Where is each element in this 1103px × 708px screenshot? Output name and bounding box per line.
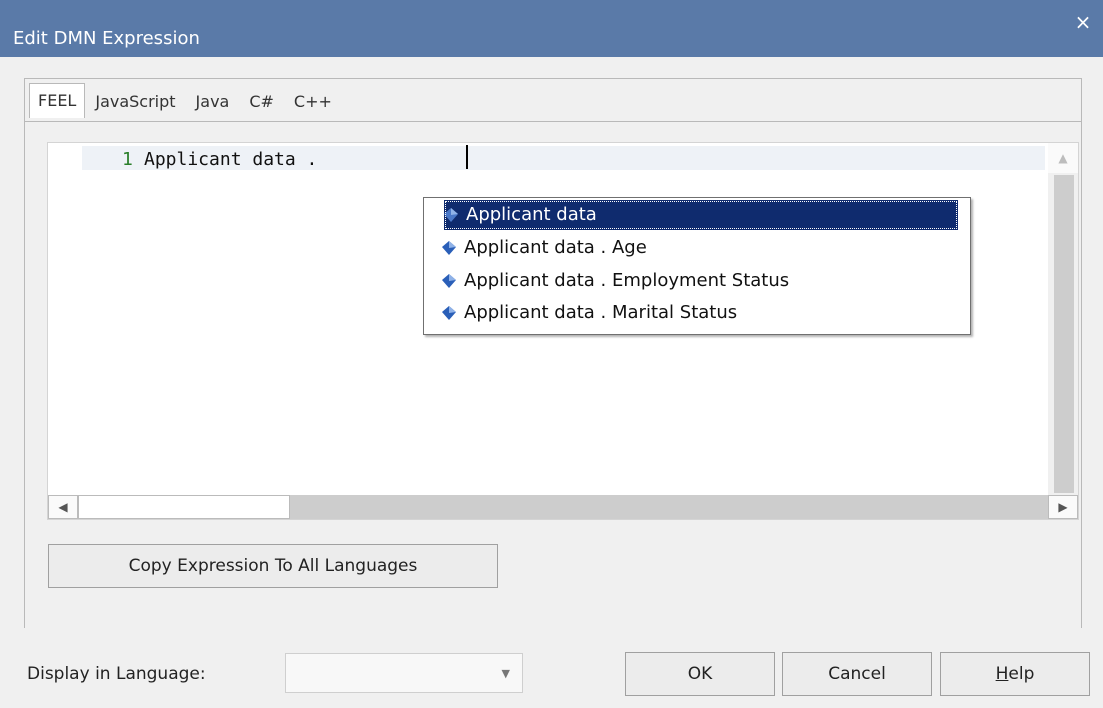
scroll-right-arrow-icon[interactable]: ▶: [1048, 495, 1078, 519]
window-title: Edit DMN Expression: [13, 28, 200, 49]
tab-java[interactable]: Java: [186, 87, 240, 117]
line-number: 1: [122, 149, 133, 170]
autocomplete-item[interactable]: Applicant data: [444, 200, 958, 230]
autocomplete-popup: Applicant data Applicant data . Age Appl…: [423, 197, 971, 335]
tab-feel[interactable]: FEEL: [29, 83, 86, 118]
vertical-scrollbar[interactable]: ▲: [1048, 143, 1078, 495]
expression-editor[interactable]: 1 Applicant data . ▲ ◀ ▶ Applicant data …: [47, 142, 1079, 520]
help-mnemonic: H: [995, 664, 1009, 684]
code-text[interactable]: Applicant data .: [144, 149, 328, 170]
tab-strip: FEEL JavaScript Java C# C++: [29, 83, 342, 118]
close-icon: ×: [1074, 10, 1092, 34]
vertical-scroll-thumb[interactable]: [1054, 175, 1074, 493]
tab-csharp[interactable]: C#: [239, 87, 284, 117]
scroll-left-arrow-icon[interactable]: ◀: [48, 495, 78, 519]
tab-content: 1 Applicant data . ▲ ◀ ▶ Applicant data …: [25, 121, 1081, 628]
horizontal-scrollbar[interactable]: ◀: [48, 495, 1048, 519]
blue-gem-icon: [442, 274, 456, 288]
scroll-up-arrow-icon[interactable]: ▲: [1048, 143, 1078, 173]
blue-gem-icon: [442, 241, 456, 255]
ok-button[interactable]: OK: [625, 652, 775, 696]
display-in-language-label: Display in Language:: [27, 664, 206, 684]
text-caret: [466, 145, 468, 169]
autocomplete-item-label: Applicant data: [466, 204, 597, 225]
copy-expression-button[interactable]: Copy Expression To All Languages: [48, 544, 498, 588]
language-tab-panel: FEEL JavaScript Java C# C++ 1 Applicant …: [24, 78, 1082, 628]
blue-gem-icon: [444, 208, 458, 222]
autocomplete-item[interactable]: Applicant data . Age: [442, 233, 962, 263]
display-language-select[interactable]: ▼: [285, 653, 523, 693]
cancel-button[interactable]: Cancel: [782, 652, 932, 696]
autocomplete-item-label: Applicant data . Age: [464, 237, 647, 258]
autocomplete-item[interactable]: Applicant data . Marital Status: [442, 298, 962, 328]
autocomplete-item-label: Applicant data . Marital Status: [464, 302, 738, 323]
blue-gem-icon: [442, 306, 456, 320]
tab-javascript[interactable]: JavaScript: [85, 87, 185, 117]
autocomplete-item[interactable]: Applicant data . Employment Status: [442, 266, 962, 296]
horizontal-scroll-thumb[interactable]: [78, 495, 290, 519]
close-button[interactable]: ×: [1063, 0, 1103, 44]
tab-cpp[interactable]: C++: [284, 87, 342, 117]
help-button[interactable]: Help: [940, 652, 1090, 696]
help-label: elp: [1008, 664, 1035, 684]
autocomplete-item-label: Applicant data . Employment Status: [464, 270, 790, 291]
chevron-down-icon: ▼: [501, 666, 510, 680]
title-bar: Edit DMN Expression ×: [0, 0, 1103, 57]
